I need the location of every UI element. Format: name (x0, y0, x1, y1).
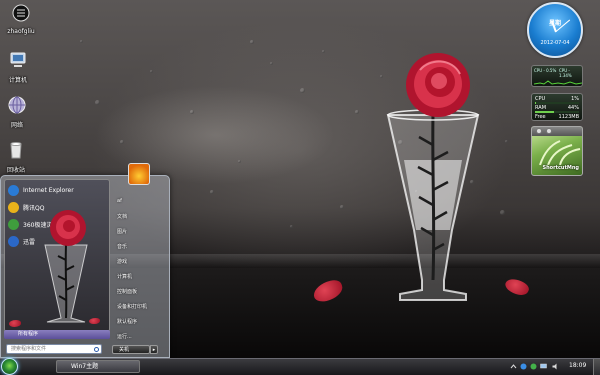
ram-label: RAM (535, 105, 547, 111)
gear-icon[interactable] (536, 128, 542, 134)
recycle-bin-icon (10, 142, 22, 159)
raindrop (340, 205, 344, 209)
ie-icon (8, 184, 19, 196)
desktop-icon-label: 回收站 (6, 167, 25, 174)
rose-petal (9, 320, 21, 327)
games-link[interactable]: 游戏 (117, 258, 127, 265)
rose (406, 53, 470, 117)
devices-printers-link[interactable]: 设备和打印机 (117, 303, 147, 310)
desktop-icon-label: 计算机 (8, 77, 27, 84)
ram-bar (535, 111, 579, 113)
vase-rose-illustration (386, 53, 480, 301)
volume-icon[interactable] (552, 363, 559, 370)
desktop-icon-user[interactable]: zhaofgliu (3, 3, 39, 35)
xunlei-icon (8, 235, 19, 247)
raindrop (120, 140, 124, 144)
free-label: Free (535, 114, 546, 120)
grass-blades-image (539, 140, 581, 165)
cpu-ram-meter-gadget[interactable]: CPU 1% RAM 44% Free 1123MB (531, 93, 583, 121)
control-panel-link[interactable]: 控制面板 (117, 288, 137, 295)
run-link[interactable]: 运行... (117, 333, 132, 340)
start-menu: Internet Explorer 腾讯QQ 360极速浏览器 迅雷 所有程序 … (0, 175, 170, 358)
raindrop (290, 225, 293, 228)
music-link[interactable]: 音乐 (117, 243, 127, 250)
raindrop (80, 40, 83, 43)
start-menu-places: af 文档 图片 音乐 游戏 计算机 控制面板 设备和打印机 默认程序 运行..… (111, 176, 171, 344)
desktop-icon-label: zhaofgliu (7, 28, 35, 35)
desktop-icon-computer[interactable]: 计算机 (0, 50, 36, 84)
qq-icon (8, 201, 19, 213)
gear-icon[interactable] (546, 128, 552, 134)
raindrop (238, 160, 241, 163)
desktop-icon-label: 网络 (10, 122, 23, 129)
desktop-icon-recycle-bin[interactable]: 回收站 (0, 140, 34, 174)
search-icon[interactable] (94, 347, 99, 352)
tray-app-icon[interactable] (530, 363, 537, 370)
pictures-link[interactable]: 图片 (117, 228, 127, 235)
raindrop (250, 40, 254, 44)
cpu-value: 1% (571, 96, 579, 102)
ram-value: 44% (567, 105, 579, 111)
raindrop (322, 50, 325, 53)
browser-360-icon (8, 218, 19, 230)
cpu-graph-gadget[interactable]: CPU - 0.5% CPU - 1.34% (531, 65, 583, 87)
computer-icon (10, 52, 26, 67)
shutdown-button[interactable]: 关机 (112, 345, 150, 354)
all-programs-button[interactable]: 所有程序 (4, 330, 110, 339)
pinned-item-ie[interactable]: Internet Explorer (8, 183, 74, 197)
raindrop (270, 62, 273, 65)
cpu-history-graph (534, 80, 582, 85)
search-placeholder: 搜索程序和文件 (11, 346, 47, 352)
vase (386, 109, 480, 301)
cpu-label: CPU (535, 96, 546, 102)
documents-link[interactable]: 文档 (117, 213, 127, 220)
user-name-link[interactable]: af (117, 198, 122, 204)
shutdown-options-button[interactable]: ▸ (150, 345, 158, 354)
clock-gadget[interactable]: 星期 2012-07-04 (527, 2, 583, 58)
user-folder-icon (12, 4, 30, 22)
shortcut-manager-gadget[interactable]: ShortcutMng (531, 126, 583, 176)
show-desktop-button[interactable] (593, 359, 600, 375)
shortcut-gadget-title: ShortcutMng (542, 165, 579, 171)
network-icon (8, 96, 26, 114)
computer-link[interactable]: 计算机 (117, 273, 132, 280)
clock-date: 2012-07-04 (540, 40, 570, 46)
raindrop (210, 190, 214, 194)
cpu-bar-fill (535, 102, 537, 104)
free-value: 1123MB (558, 114, 579, 120)
raindrop (190, 110, 194, 114)
network-status-icon[interactable] (540, 363, 547, 370)
cpu1-label: CPU - 0.5% (534, 68, 557, 73)
start-menu-vase-art (44, 210, 88, 323)
pinned-item-label: Internet Explorer (23, 186, 74, 194)
raindrop (95, 100, 100, 105)
show-hidden-icons-icon[interactable] (510, 363, 517, 370)
tray-app-icon[interactable] (520, 363, 527, 370)
tray-clock[interactable]: 18:09 (569, 362, 586, 369)
cpu-bar (535, 102, 579, 104)
raindrop (355, 110, 359, 114)
user-avatar[interactable] (128, 163, 150, 185)
raindrop (150, 70, 153, 73)
taskbar-button-theme[interactable]: Win7主题 (56, 360, 140, 373)
desktop-icon-network[interactable]: 网络 (0, 95, 35, 129)
start-button[interactable] (1, 358, 18, 375)
start-menu-program-list: Internet Explorer 腾讯QQ 360极速浏览器 迅雷 (4, 179, 110, 332)
raindrop (300, 88, 305, 93)
default-programs-link[interactable]: 默认程序 (117, 318, 137, 325)
ram-bar-fill (535, 111, 555, 113)
start-search-input[interactable]: 搜索程序和文件 (6, 344, 102, 354)
